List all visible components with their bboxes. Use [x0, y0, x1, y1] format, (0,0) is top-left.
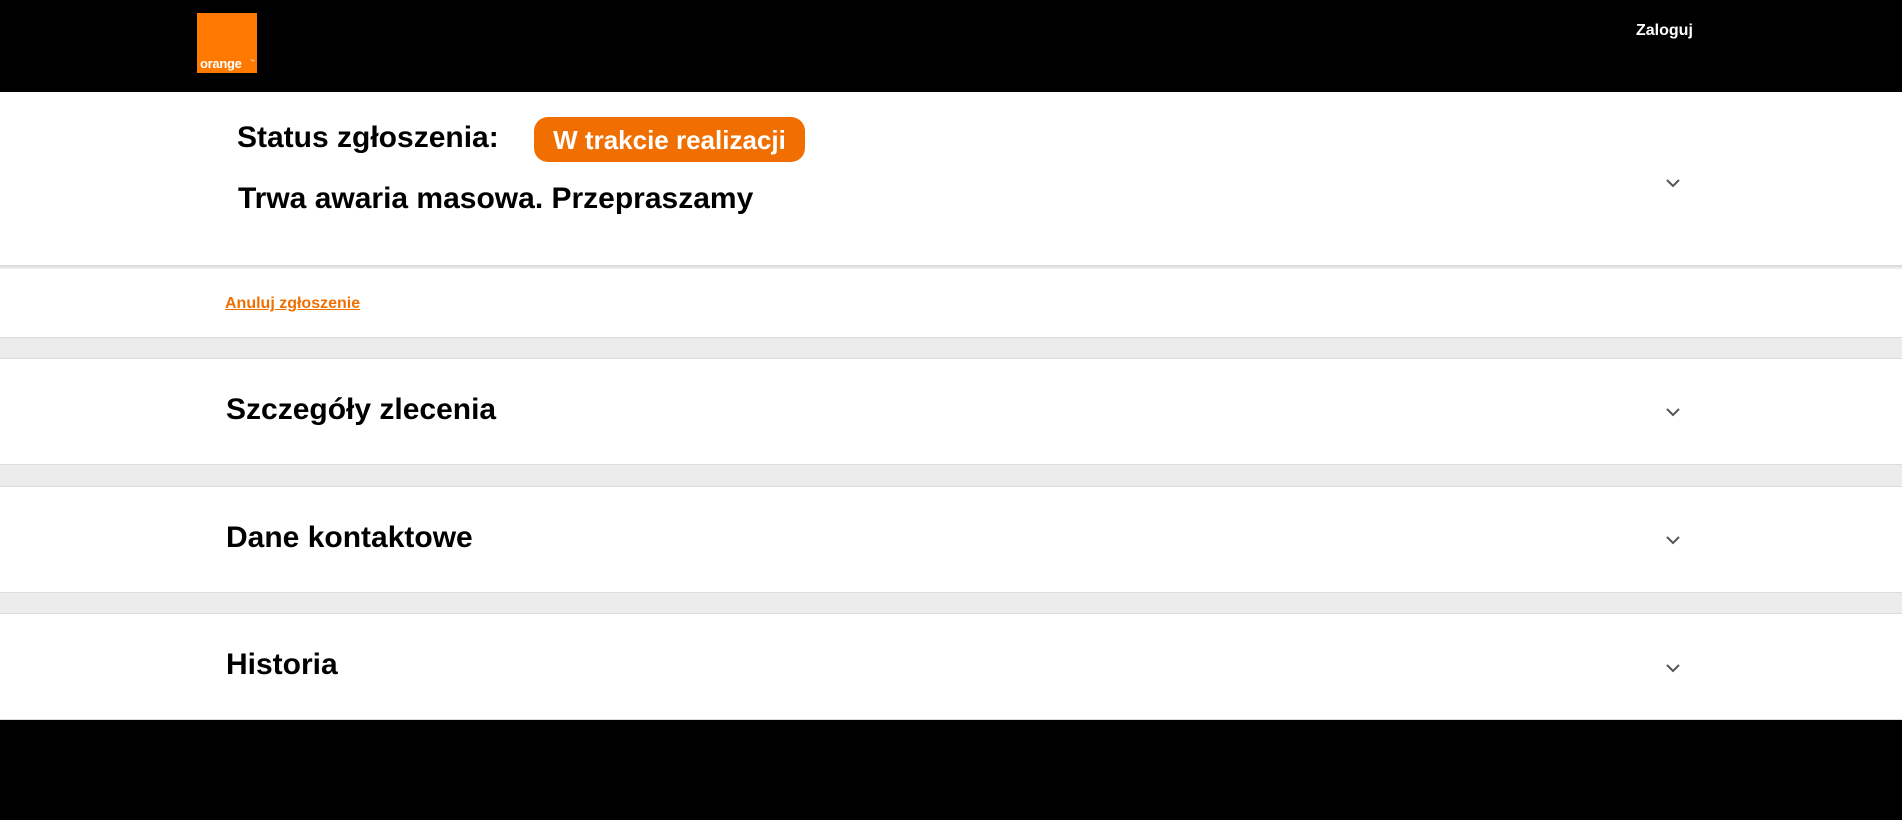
section-title: Dane kontaktowe	[226, 521, 473, 554]
chevron-down-icon[interactable]	[1664, 534, 1682, 546]
orange-logo[interactable]: orange ™	[197, 13, 257, 73]
status-badge: W trakcie realizacji	[534, 117, 805, 162]
section-order-details[interactable]: Szczegóły zlecenia	[0, 358, 1902, 465]
cancel-request-link[interactable]: Anuluj zgłoszenie	[225, 294, 360, 314]
section-history[interactable]: Historia	[0, 613, 1902, 720]
footer	[0, 720, 1902, 820]
cancel-panel: Anuluj zgłoszenie	[0, 269, 1902, 338]
main-content: Status zgłoszenia: W trakcie realizacji …	[0, 92, 1902, 720]
login-link[interactable]: Zaloguj	[1636, 21, 1693, 41]
status-panel[interactable]: Status zgłoszenia: W trakcie realizacji …	[0, 92, 1902, 267]
logo-trademark: ™	[250, 59, 255, 65]
status-label: Status zgłoszenia:	[237, 121, 499, 154]
section-title: Szczegóły zlecenia	[226, 393, 497, 426]
logo-text: orange	[200, 56, 242, 71]
chevron-down-icon[interactable]	[1664, 662, 1682, 674]
section-title: Historia	[226, 648, 338, 681]
chevron-down-icon[interactable]	[1664, 177, 1682, 189]
section-contact-data[interactable]: Dane kontaktowe	[0, 486, 1902, 593]
status-message: Trwa awaria masowa. Przepraszamy	[238, 182, 754, 215]
top-bar: orange ™ Zaloguj	[0, 0, 1902, 92]
chevron-down-icon[interactable]	[1664, 406, 1682, 418]
